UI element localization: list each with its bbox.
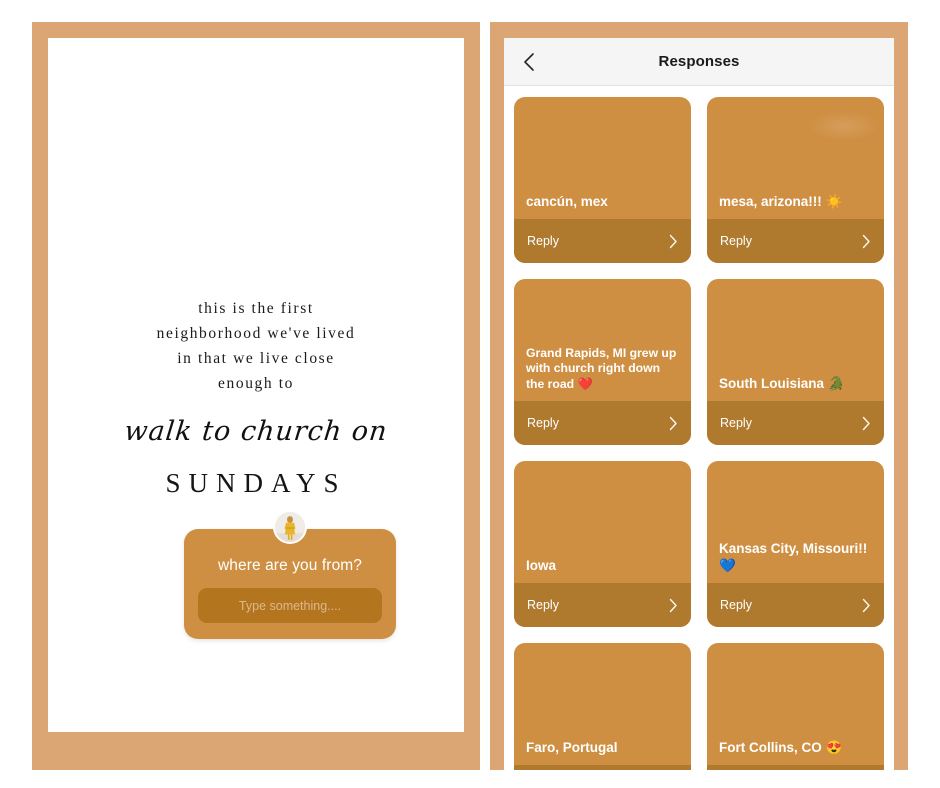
response-card-body: Iowa	[514, 461, 691, 583]
page-title: Responses	[658, 53, 740, 70]
reply-label: Reply	[527, 234, 559, 248]
story-quote-line: this is the first	[198, 300, 314, 317]
reply-label: Reply	[720, 416, 752, 430]
reply-label: Reply	[527, 416, 559, 430]
chevron-left-icon[interactable]	[518, 51, 540, 73]
responses-grid: cancún, mex Reply mesa, arizona!!! ☀️ Reply…	[504, 86, 894, 770]
chevron-right-icon	[862, 416, 871, 431]
response-card[interactable]: mesa, arizona!!! ☀️ Reply	[707, 97, 884, 263]
story-quote-line: neighborhood we've lived	[156, 325, 356, 342]
response-text: mesa, arizona!!! ☀️	[719, 194, 843, 209]
story-quote-line: in that we live close	[177, 350, 335, 367]
responses-panel: Responses cancún, mex Reply mesa, arizona!…	[490, 22, 908, 770]
avatar	[273, 510, 307, 544]
response-card[interactable]: Faro, Portugal Reply	[514, 643, 691, 770]
response-text: cancún, mex	[526, 194, 608, 209]
story-quote-line: enough to	[218, 375, 294, 392]
nav-bar: Responses	[504, 38, 894, 86]
reply-label: Reply	[720, 234, 752, 248]
response-text: Faro, Portugal	[526, 740, 618, 755]
response-text: South Louisiana 🐊	[719, 376, 845, 391]
response-card-body: mesa, arizona!!! ☀️	[707, 97, 884, 219]
response-card-body: Fort Collins, CO 😍	[707, 643, 884, 765]
reply-button[interactable]: Reply	[707, 583, 884, 627]
reply-button[interactable]: Reply	[514, 219, 691, 263]
response-text: Fort Collins, CO 😍	[719, 740, 843, 755]
response-text: Grand Rapids, MI grew up with church rig…	[526, 345, 677, 391]
response-card-body: Faro, Portugal	[514, 643, 691, 765]
response-card-body: Grand Rapids, MI grew up with church rig…	[514, 279, 691, 401]
chevron-right-icon	[862, 598, 871, 613]
response-card[interactable]: cancún, mex Reply	[514, 97, 691, 263]
story-quote-block: this is the first neighborhood we've liv…	[48, 296, 464, 396]
chevron-right-icon	[862, 234, 871, 249]
reply-button[interactable]: Reply	[707, 765, 884, 770]
question-sticker-input[interactable]	[198, 588, 382, 623]
reply-label: Reply	[720, 598, 752, 612]
reply-button[interactable]: Reply	[707, 401, 884, 445]
question-sticker-prompt: where are you from?	[217, 557, 363, 574]
chevron-right-icon	[669, 234, 678, 249]
story-script-line: walk to church on	[122, 416, 390, 447]
phone-screen: Responses cancún, mex Reply mesa, arizona!…	[504, 38, 894, 770]
response-card[interactable]: Iowa Reply	[514, 461, 691, 627]
response-card-body: cancún, mex	[514, 97, 691, 219]
reply-label: Reply	[527, 598, 559, 612]
chevron-right-icon	[669, 416, 678, 431]
response-card[interactable]: Kansas City, Missouri!! 💙 Reply	[707, 461, 884, 627]
response-card-body: Kansas City, Missouri!! 💙	[707, 461, 884, 583]
reply-button[interactable]: Reply	[514, 765, 691, 770]
story-canvas: this is the first neighborhood we've liv…	[48, 38, 464, 732]
response-card[interactable]: Fort Collins, CO 😍 Reply	[707, 643, 884, 770]
reply-button[interactable]: Reply	[707, 219, 884, 263]
response-text: Iowa	[526, 558, 557, 573]
question-sticker-body: where are you from?	[184, 529, 396, 639]
response-card[interactable]: Grand Rapids, MI grew up with church rig…	[514, 279, 691, 445]
story-headline: SUNDAYS	[165, 468, 347, 498]
reply-button[interactable]: Reply	[514, 401, 691, 445]
chevron-right-icon	[669, 598, 678, 613]
response-text: Kansas City, Missouri!! 💙	[719, 541, 868, 573]
sticker-watermark-icon	[808, 111, 880, 141]
response-card-body: South Louisiana 🐊	[707, 279, 884, 401]
response-card[interactable]: South Louisiana 🐊 Reply	[707, 279, 884, 445]
story-preview-panel: this is the first neighborhood we've liv…	[32, 22, 480, 770]
reply-button[interactable]: Reply	[514, 583, 691, 627]
